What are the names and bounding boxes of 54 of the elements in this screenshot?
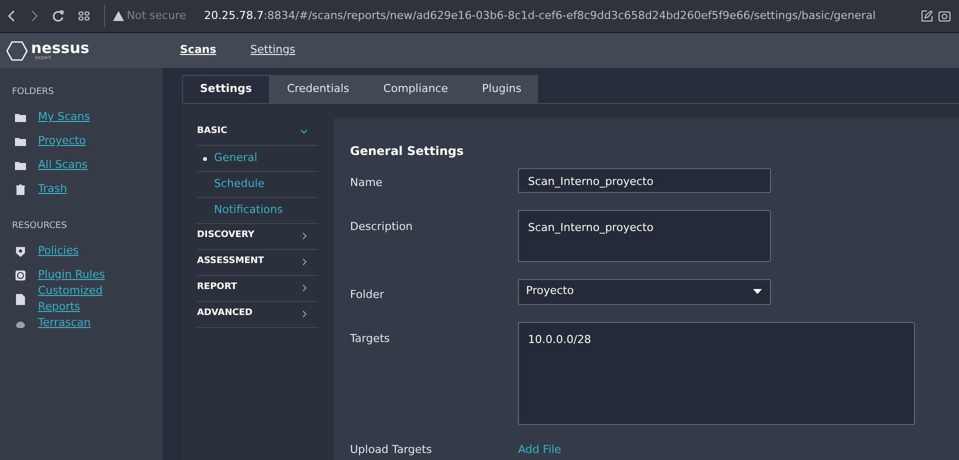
tab[interactable]: Settings <box>182 75 270 102</box>
nav-link[interactable]: Scans <box>163 42 234 59</box>
tab[interactable]: Plugins <box>465 75 538 102</box>
document-icon <box>15 294 26 304</box>
sidebar-item[interactable]: Customized Reports <box>0 287 163 311</box>
sidebar-item[interactable]: Trash <box>0 178 163 202</box>
sidebar-item[interactable]: Plugin Rules <box>0 263 163 287</box>
sidebar-item[interactable]: Proyecto <box>0 130 163 154</box>
field-label: Description <box>350 218 414 234</box>
nav-link[interactable]: Settings <box>233 42 312 59</box>
tab[interactable]: Compliance <box>366 75 466 102</box>
warning-icon <box>113 11 124 21</box>
sidebar-item[interactable]: My Scans <box>0 106 163 130</box>
security-label: Not secure <box>126 8 186 24</box>
tab[interactable]: Credentials <box>270 75 366 102</box>
settings-item[interactable]: Schedule <box>214 176 265 192</box>
sidebar-item[interactable]: All Scans <box>0 154 163 178</box>
logo-text: nessus <box>31 40 90 56</box>
settings-item[interactable]: Notifications <box>214 202 283 218</box>
caret-icon <box>753 289 762 294</box>
settings-section[interactable]: ADVANCED <box>197 307 253 321</box>
reload-icon[interactable] <box>52 10 64 22</box>
forward-icon[interactable] <box>30 10 38 22</box>
folder-icon <box>15 160 26 171</box>
field-label: Targets <box>350 330 391 346</box>
section-title: General Settings <box>350 142 465 160</box>
edit-icon[interactable] <box>920 10 932 22</box>
back-icon[interactable] <box>8 10 16 22</box>
section-heading: FOLDERS <box>11 86 55 99</box>
plugin-icon <box>15 270 26 280</box>
address-bar[interactable]: 20.25.78.7:8834/#/scans/reports/new/ad629e16-03b6-8c1d-cef6-ef8c9dd3c658d24bd260ef5f9e66/settings/basic/general <box>204 8 876 24</box>
trash-icon <box>15 184 26 195</box>
apps-icon[interactable] <box>78 11 90 21</box>
description-field[interactable]: Scan_Interno_proyecto <box>518 210 771 262</box>
shield-icon <box>15 246 26 256</box>
settings-section[interactable]: REPORT <box>197 281 237 295</box>
folder-dropdown[interactable]: Proyecto <box>518 278 771 304</box>
field-label: Upload Targets <box>350 442 433 458</box>
sidebar-item[interactable]: Terrascan <box>0 311 163 335</box>
field-label: Folder <box>350 286 385 302</box>
section-heading: RESOURCES <box>11 220 68 232</box>
settings-section[interactable]: DISCOVERY <box>197 229 254 243</box>
folder-icon <box>15 112 26 123</box>
folder-icon <box>15 136 26 147</box>
targets-field[interactable]: 10.0.0.0/28 <box>518 322 915 424</box>
name-field[interactable]: Scan_Interno_proyecto <box>518 168 771 192</box>
add-file-link[interactable]: Add File <box>518 442 562 458</box>
hexagon-icon <box>6 40 28 62</box>
settings-section[interactable]: BASIC <box>197 125 228 139</box>
camera-icon[interactable] <box>938 10 951 22</box>
field-label: Name <box>350 174 384 190</box>
settings-section[interactable]: ASSESSMENT <box>197 255 264 269</box>
sidebar-item[interactable]: Policies <box>0 239 163 263</box>
settings-item[interactable]: General <box>214 150 258 166</box>
